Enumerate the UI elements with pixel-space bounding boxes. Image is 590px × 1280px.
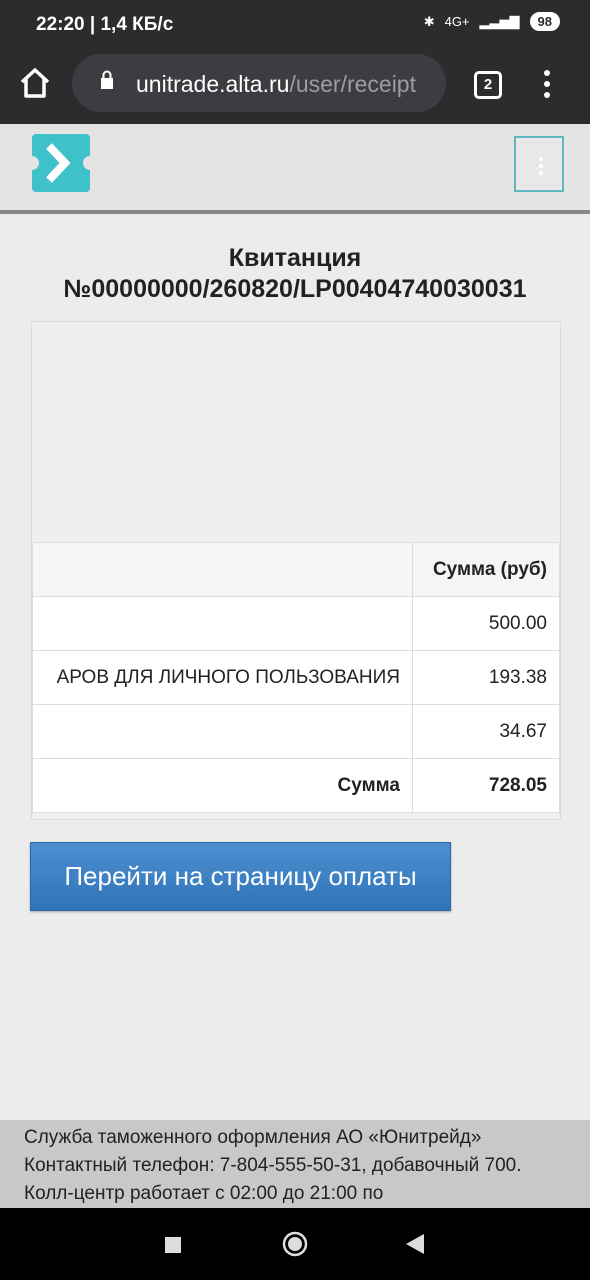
address-bar[interactable]: unitrade.alta.ru/user/receipt — [72, 54, 446, 112]
lock-icon — [101, 70, 113, 89]
receipt-title: Квитанция — [228, 244, 362, 272]
page-title: Квитанция №00000000/260820/LP00404740030… — [0, 243, 590, 305]
browser-menu-icon[interactable] — [540, 68, 554, 100]
row-name — [32, 596, 413, 651]
row-name: АРОВ ДЛЯ ЛИЧНОГО ПОЛЬЗОВАНИЯ — [32, 650, 413, 705]
row-name — [32, 704, 413, 759]
site-header — [0, 124, 590, 214]
table-header-row: Сумма (руб) — [32, 542, 560, 597]
footer: Служба таможенного оформления АО «Юнитре… — [0, 1120, 590, 1208]
network-label: 4G+ — [444, 14, 470, 29]
row-sum: 193.38 — [412, 650, 560, 705]
status-icons: ✱ 4G+ ▂▃▅▇ 98 — [424, 12, 560, 31]
total-row: Сумма 728.05 — [32, 758, 560, 813]
browser-toolbar: unitrade.alta.ru/user/receipt 2 — [0, 52, 590, 124]
site-menu-button[interactable] — [514, 136, 564, 192]
recents-icon[interactable] — [165, 1237, 181, 1253]
receipt-number: №00000000/260820/LP00404740030031 — [63, 275, 527, 303]
row-sum: 500.00 — [412, 596, 560, 651]
home-nav-icon[interactable] — [282, 1231, 308, 1257]
column-header-sum: Сумма (руб) — [412, 542, 560, 597]
url-path: /user/receipt — [289, 71, 416, 97]
table-row: 34.67 — [32, 704, 560, 759]
battery-icon: 98 — [529, 12, 560, 31]
go-to-payment-button[interactable]: Перейти на страницу оплаты — [30, 842, 451, 911]
bluetooth-icon: ✱ — [423, 13, 435, 29]
tabs-button[interactable]: 2 — [474, 71, 502, 99]
total-label: Сумма — [32, 758, 413, 813]
more-icon — [539, 157, 543, 175]
receipt-table: Сумма (руб) 500.00 АРОВ ДЛЯ ЛИЧНОГО ПОЛЬ… — [32, 542, 560, 813]
back-icon[interactable] — [405, 1233, 425, 1255]
receipt-container: Сумма (руб) 500.00 АРОВ ДЛЯ ЛИЧНОГО ПОЛЬ… — [31, 321, 561, 820]
status-time: 22:20 | 1,4 КБ/с — [36, 14, 174, 35]
android-nav-bar — [0, 1208, 590, 1280]
column-header-name — [32, 542, 413, 597]
table-row: 500.00 — [32, 596, 560, 651]
signal-icon: ▂▃▅▇ — [479, 13, 520, 29]
home-icon[interactable] — [18, 66, 52, 100]
total-value: 728.05 — [412, 758, 560, 813]
row-sum: 34.67 — [412, 704, 560, 759]
table-row: АРОВ ДЛЯ ЛИЧНОГО ПОЛЬЗОВАНИЯ 193.38 — [32, 650, 560, 705]
site-logo[interactable] — [32, 134, 90, 192]
status-bar: 22:20 | 1,4 КБ/с ✱ 4G+ ▂▃▅▇ 98 — [0, 0, 590, 52]
network-speed: 1,4 КБ/с — [100, 14, 174, 35]
url-host: unitrade.alta.ru — [136, 71, 290, 97]
footer-text: Служба таможенного оформления АО «Юнитре… — [24, 1127, 522, 1204]
url-text: unitrade.alta.ru/user/receipt — [136, 71, 416, 98]
receipt-header-area — [32, 322, 560, 542]
clock: 22:20 — [36, 14, 85, 35]
